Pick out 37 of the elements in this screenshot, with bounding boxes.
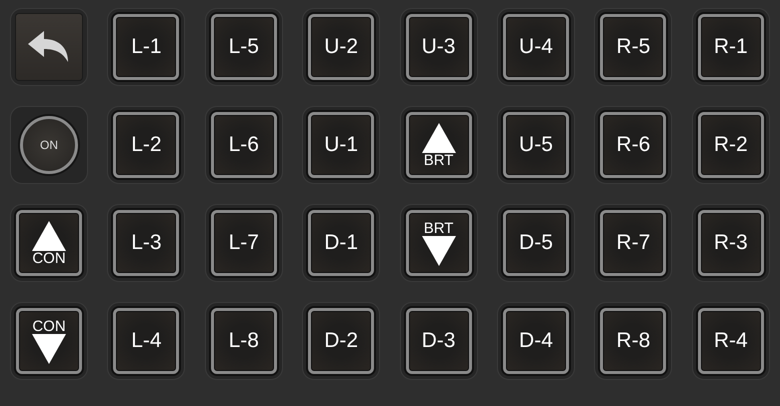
key-button[interactable]: U-4 [502, 14, 569, 80]
key-button[interactable]: U-5 [502, 112, 569, 178]
key-button[interactable]: L-2 [113, 112, 180, 178]
key-button[interactable]: R-8 [600, 308, 666, 374]
key-button[interactable]: R-5 [600, 14, 666, 80]
key-button[interactable]: D-4 [502, 308, 569, 374]
key-button[interactable]: D-3 [406, 308, 472, 374]
up-triangle-icon [32, 220, 66, 250]
key-button[interactable]: L-3 [113, 210, 180, 276]
key-button[interactable]: L-5 [210, 14, 277, 80]
back-arrow-icon [28, 31, 70, 63]
key-button[interactable]: D-2 [308, 308, 374, 374]
decrease-button[interactable]: BRT [406, 210, 472, 276]
key-button[interactable]: D-5 [502, 210, 569, 276]
key-button[interactable]: U-2 [308, 14, 374, 80]
on-button[interactable]: ON [20, 116, 78, 174]
key-button[interactable]: L-7 [210, 210, 277, 276]
key-button[interactable]: R-3 [698, 210, 764, 276]
key-button[interactable]: R-4 [698, 308, 764, 374]
increase-button[interactable]: CON [16, 210, 82, 276]
key-button[interactable]: U-3 [406, 14, 472, 80]
key-button[interactable]: D-1 [308, 210, 374, 276]
key-button[interactable]: R-1 [698, 14, 764, 80]
key-button[interactable]: R-7 [600, 210, 666, 276]
up-triangle-icon [422, 122, 456, 152]
key-button[interactable]: R-2 [698, 112, 764, 178]
key-button[interactable]: L-4 [113, 308, 180, 374]
key-button[interactable]: L-1 [113, 14, 180, 80]
down-triangle-icon [32, 334, 66, 364]
back-button[interactable] [16, 14, 82, 80]
down-triangle-icon [422, 236, 456, 266]
key-button[interactable]: U-1 [308, 112, 374, 178]
decrease-button[interactable]: CON [16, 308, 82, 374]
key-button[interactable]: R-6 [600, 112, 666, 178]
key-button[interactable]: L-8 [210, 308, 277, 374]
key-button[interactable]: L-6 [210, 112, 277, 178]
increase-button[interactable]: BRT [406, 112, 472, 178]
